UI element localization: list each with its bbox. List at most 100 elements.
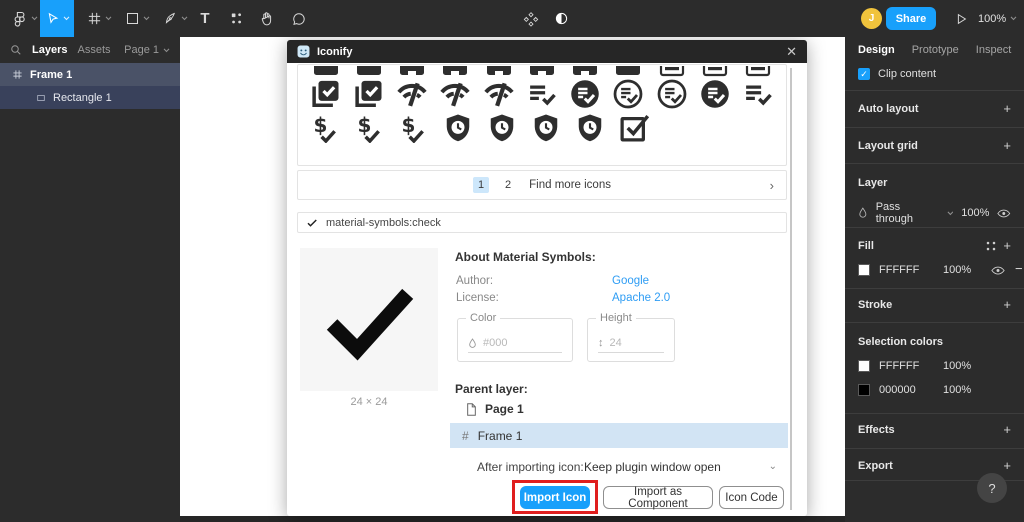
- add-stroke-button[interactable]: +: [1003, 297, 1011, 312]
- library-check-icon[interactable]: [347, 77, 390, 111]
- fill-swatch[interactable]: [858, 264, 870, 276]
- selection-hex[interactable]: FFFFFF: [879, 360, 919, 372]
- tab-design[interactable]: Design: [858, 44, 895, 56]
- sliver-solid-icon[interactable]: [304, 65, 347, 77]
- price-check-icon[interactable]: $: [348, 111, 392, 145]
- license-link[interactable]: Apache 2.0: [612, 292, 670, 304]
- plugin-button[interactable]: [518, 0, 544, 37]
- sliver-outline-icon[interactable]: [650, 65, 693, 77]
- price-check-icon[interactable]: $: [304, 111, 348, 145]
- playlist-check-icon[interactable]: [737, 77, 780, 111]
- chevron-down-icon[interactable]: ⌄: [769, 461, 777, 472]
- find-more-icons-link[interactable]: Find more icons: [529, 179, 611, 191]
- remove-fill-icon[interactable]: −: [1015, 261, 1023, 276]
- checkbox-check-icon[interactable]: [612, 111, 656, 145]
- sliver-notch-icon[interactable]: [391, 65, 434, 77]
- playlist-check-circle-filled-icon[interactable]: [693, 77, 736, 111]
- shield-clock-icon[interactable]: [480, 111, 524, 145]
- fill-opacity-value[interactable]: 100%: [943, 264, 971, 276]
- theme-toggle-button[interactable]: [548, 0, 574, 37]
- checkbox-checked-icon[interactable]: ✓: [858, 68, 870, 80]
- icon-name-field[interactable]: material-symbols:check: [297, 212, 787, 233]
- text-tool-button[interactable]: T: [192, 0, 218, 37]
- move-tool-button[interactable]: [40, 0, 74, 37]
- sliver-outline-icon[interactable]: [737, 65, 780, 77]
- avatar[interactable]: J: [861, 8, 882, 29]
- layer-opacity-value[interactable]: 100%: [961, 207, 989, 219]
- sliver-solid-icon[interactable]: [607, 65, 650, 77]
- close-icon[interactable]: ✕: [786, 44, 797, 60]
- after-import-select[interactable]: Keep plugin window open: [584, 460, 721, 474]
- playlist-check-icon[interactable]: [520, 77, 563, 111]
- styles-grid-icon[interactable]: [985, 240, 997, 252]
- shield-clock-icon[interactable]: [436, 111, 480, 145]
- main-menu-button[interactable]: [8, 0, 40, 37]
- add-export-button[interactable]: +: [1003, 458, 1011, 473]
- sliver-outline-icon[interactable]: [693, 65, 736, 77]
- chevron-down-icon: [1010, 16, 1017, 21]
- playlist-check-circle-filled-icon[interactable]: [564, 77, 607, 111]
- auto-layout-label: Auto layout: [858, 103, 919, 115]
- sliver-notch-icon[interactable]: [564, 65, 607, 77]
- sliver-notch-icon[interactable]: [434, 65, 477, 77]
- parent-page-row[interactable]: Page 1: [466, 402, 524, 416]
- height-field[interactable]: Height ↕ 24: [587, 318, 675, 362]
- playlist-check-circle-outline-icon[interactable]: [650, 77, 693, 111]
- playlist-check-circle-outline-icon[interactable]: [607, 77, 650, 111]
- eye-icon[interactable]: [991, 266, 1005, 275]
- add-auto-layout-button[interactable]: +: [1003, 101, 1011, 116]
- author-link[interactable]: Google: [612, 275, 649, 287]
- present-button[interactable]: [948, 0, 974, 37]
- page-1-button[interactable]: 1: [473, 177, 489, 193]
- add-layout-grid-button[interactable]: +: [1003, 138, 1011, 153]
- layer-row-rectangle[interactable]: Rectangle 1: [0, 86, 180, 109]
- sliver-notch-icon[interactable]: [477, 65, 520, 77]
- shield-clock-icon[interactable]: [524, 111, 568, 145]
- page-selector[interactable]: Page 1: [124, 44, 170, 56]
- chevron-down-icon[interactable]: [947, 211, 954, 216]
- frame-tool-button[interactable]: [82, 0, 116, 37]
- add-fill-button[interactable]: +: [1003, 238, 1011, 253]
- clip-content-row[interactable]: ✓ Clip content: [858, 68, 936, 80]
- parent-frame-row[interactable]: # Frame 1: [450, 423, 788, 448]
- network-check-icon[interactable]: [391, 77, 434, 111]
- selection-opacity[interactable]: 100%: [943, 384, 971, 396]
- price-check-icon[interactable]: $: [392, 111, 436, 145]
- selection-opacity[interactable]: 100%: [943, 360, 971, 372]
- zoom-control[interactable]: 100%: [978, 0, 1017, 37]
- shield-clock-icon[interactable]: [568, 111, 612, 145]
- eye-icon[interactable]: [997, 209, 1011, 218]
- color-swatch[interactable]: [858, 360, 870, 372]
- share-button[interactable]: Share: [886, 7, 936, 30]
- layer-row-frame[interactable]: Frame 1: [0, 63, 180, 86]
- add-effect-button[interactable]: +: [1003, 422, 1011, 437]
- color-swatch[interactable]: [858, 384, 870, 396]
- shape-tool-button[interactable]: [120, 0, 154, 37]
- tab-inspect[interactable]: Inspect: [976, 44, 1011, 56]
- color-field[interactable]: Color #000: [457, 318, 573, 362]
- search-icon[interactable]: [10, 44, 22, 56]
- modal-scrollbar[interactable]: [790, 68, 792, 510]
- selection-hex[interactable]: 000000: [879, 384, 916, 396]
- blend-mode-select[interactable]: Pass through: [876, 201, 939, 225]
- network-check-icon[interactable]: [477, 77, 520, 111]
- sliver-solid-icon[interactable]: [347, 65, 390, 77]
- icon-code-button[interactable]: Icon Code: [719, 486, 784, 509]
- next-page-chevron-icon[interactable]: ›: [770, 178, 774, 193]
- tab-layers[interactable]: Layers: [32, 44, 67, 56]
- network-check-icon[interactable]: [434, 77, 477, 111]
- resources-tool-button[interactable]: [222, 0, 250, 37]
- import-as-component-button[interactable]: Import as Component: [603, 486, 713, 509]
- page-2-button[interactable]: 2: [505, 179, 511, 191]
- library-check-icon[interactable]: [304, 77, 347, 111]
- sliver-notch-icon[interactable]: [520, 65, 563, 77]
- fill-hex-value[interactable]: FFFFFF: [879, 264, 919, 276]
- hand-tool-button[interactable]: [252, 0, 282, 37]
- fill-section-header: Fill: [858, 240, 1011, 252]
- tab-assets[interactable]: Assets: [77, 44, 110, 56]
- modal-header[interactable]: Iconify ✕: [287, 40, 807, 63]
- pen-tool-button[interactable]: [158, 0, 192, 37]
- help-button[interactable]: ?: [977, 473, 1007, 503]
- comment-tool-button[interactable]: [284, 0, 314, 37]
- tab-prototype[interactable]: Prototype: [912, 44, 959, 56]
